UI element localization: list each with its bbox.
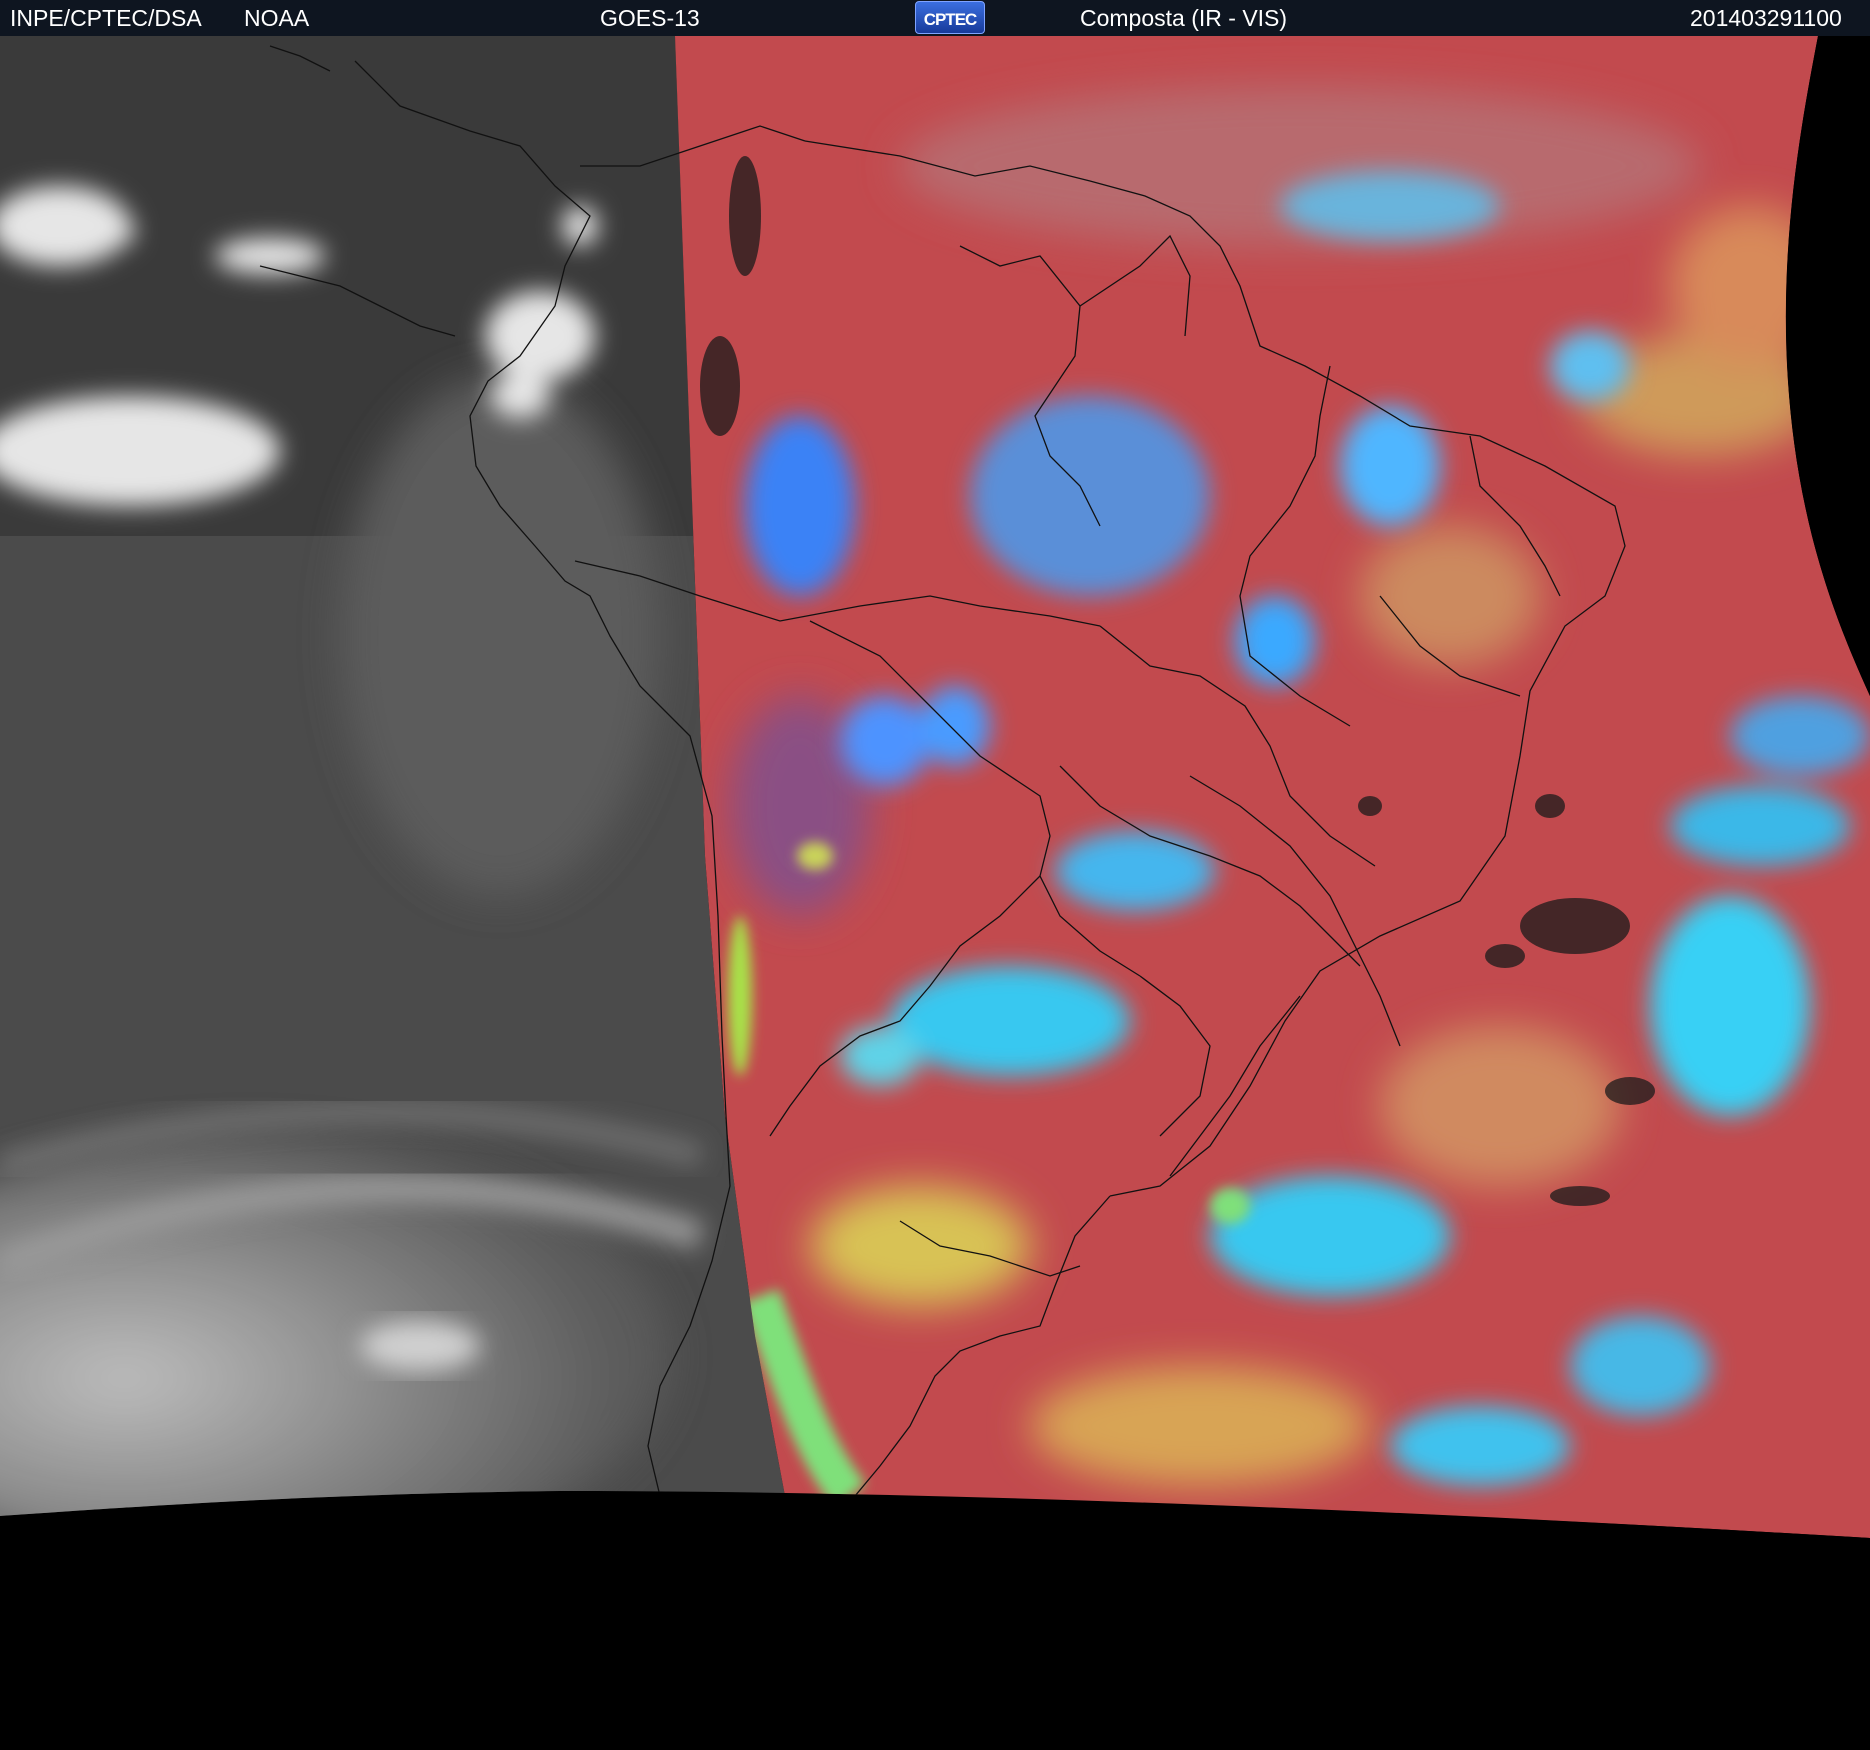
timestamp-label: 201403291100 xyxy=(1690,5,1842,31)
satellite-image xyxy=(0,36,1870,1750)
agency-label: INPE/CPTEC/DSA xyxy=(10,5,202,31)
partner-label: NOAA xyxy=(244,5,310,31)
header-bar: INPE/CPTEC/DSA NOAA GOES-13 CPTEC Compos… xyxy=(0,0,1870,36)
product-label: Composta (IR - VIS) xyxy=(1080,5,1288,31)
logo-text: CPTEC xyxy=(923,10,978,29)
cptec-logo: CPTEC xyxy=(915,1,985,34)
satellite-label: GOES-13 xyxy=(600,5,700,31)
composite-sector xyxy=(675,36,1870,1538)
